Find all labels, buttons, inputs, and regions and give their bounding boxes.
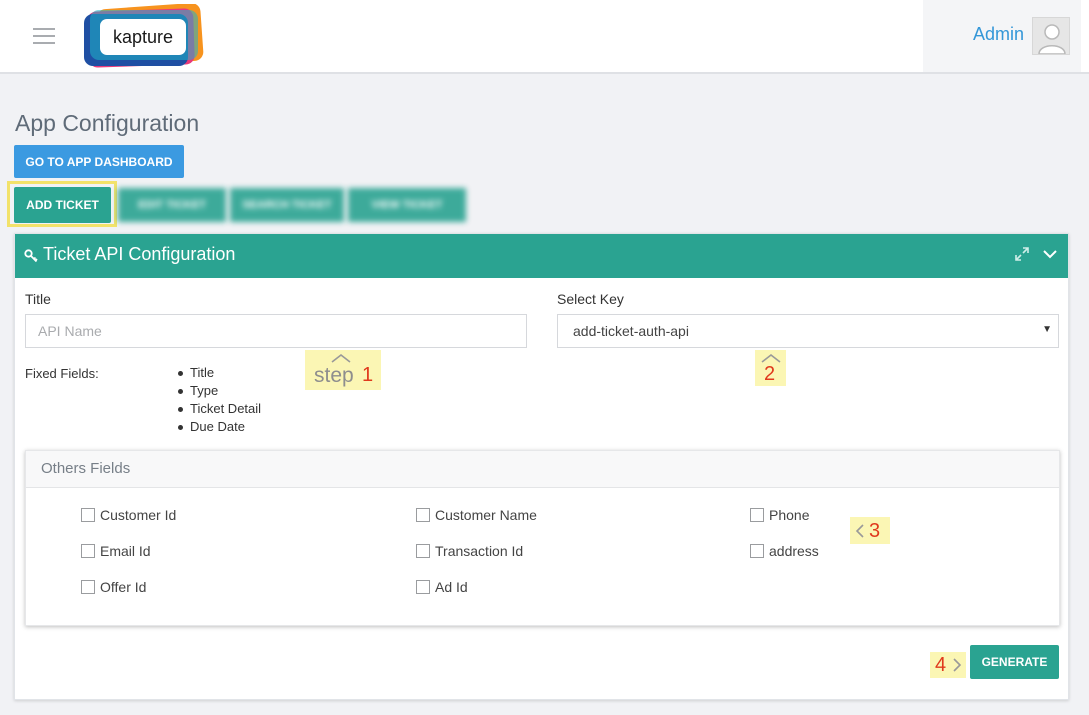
- checkbox-address[interactable]: address: [750, 543, 819, 559]
- avatar[interactable]: [1032, 17, 1070, 55]
- panel-header: Ticket API Configuration: [15, 234, 1068, 278]
- checkbox-label: Customer Id: [100, 507, 177, 523]
- checkbox-box[interactable]: [416, 508, 430, 522]
- user-menu[interactable]: Admin: [923, 0, 1081, 72]
- tab-edit-ticket[interactable]: EDIT TICKET: [118, 188, 226, 222]
- step-2-number: 2: [764, 363, 776, 385]
- page-title: App Configuration: [15, 110, 200, 136]
- panel-title: Ticket API Configuration: [43, 244, 236, 264]
- step-4-callout: 4: [930, 652, 966, 678]
- checkbox-ad-id[interactable]: Ad Id: [416, 579, 468, 595]
- step-1-word: step: [314, 364, 354, 387]
- select-key-dropdown[interactable]: add-ticket-auth-api ▼: [557, 314, 1059, 348]
- others-fields-header: Others Fields: [26, 451, 1059, 488]
- checkbox-box[interactable]: [81, 508, 95, 522]
- checkbox-label: Ad Id: [435, 579, 468, 595]
- fixed-fields-label: Fixed Fields:: [25, 366, 99, 381]
- checkbox-transaction-id[interactable]: Transaction Id: [416, 543, 523, 559]
- list-item: Due Date: [175, 418, 261, 436]
- tab-search-ticket[interactable]: SEARCH TICKET: [230, 188, 344, 222]
- checkbox-label: Email Id: [100, 543, 151, 559]
- checkbox-customer-name[interactable]: Customer Name: [416, 507, 537, 523]
- title-label: Title: [25, 291, 51, 307]
- checkbox-box[interactable]: [750, 508, 764, 522]
- checkbox-offer-id[interactable]: Offer Id: [81, 579, 146, 595]
- go-to-dashboard-button[interactable]: GO TO APP DASHBOARD: [14, 145, 184, 178]
- others-fields-title: Others Fields: [41, 460, 131, 477]
- checkbox-box[interactable]: [416, 544, 430, 558]
- step-2-callout: 2: [755, 350, 786, 386]
- list-item: Type: [175, 382, 261, 400]
- kapture-logo[interactable]: kapture: [84, 4, 204, 68]
- checkbox-box[interactable]: [81, 580, 95, 594]
- list-item: Ticket Detail: [175, 400, 261, 418]
- step-1-number: 1: [362, 364, 374, 386]
- checkbox-box[interactable]: [416, 580, 430, 594]
- ticket-api-config-panel: Ticket API Configuration Title Select Ke…: [14, 233, 1069, 700]
- tab-view-ticket[interactable]: VIEW TICKET: [348, 188, 466, 222]
- key-icon: [24, 249, 38, 263]
- chevron-down-icon[interactable]: [1042, 246, 1058, 262]
- menu-icon[interactable]: [33, 28, 55, 44]
- top-header: kapture Admin: [0, 0, 1089, 74]
- others-fields-section: Others Fields Customer Id Customer Name …: [25, 450, 1060, 626]
- caret-down-icon: ▼: [1042, 324, 1052, 335]
- tab-add-ticket[interactable]: ADD TICKET: [14, 187, 111, 223]
- checkbox-box[interactable]: [750, 544, 764, 558]
- checkbox-label: Transaction Id: [435, 543, 524, 559]
- user-avatar-icon: [1038, 24, 1066, 54]
- select-key-label: Select Key: [557, 291, 624, 307]
- checkbox-customer-id[interactable]: Customer Id: [81, 507, 176, 523]
- checkbox-email-id[interactable]: Email Id: [81, 543, 151, 559]
- generate-button[interactable]: GENERATE: [970, 645, 1059, 679]
- checkbox-label: Phone: [769, 507, 810, 523]
- user-name[interactable]: Admin: [973, 24, 1024, 45]
- api-name-input[interactable]: [25, 314, 527, 348]
- fixed-fields-list: Title Type Ticket Detail Due Date: [175, 364, 261, 436]
- step-3-callout: 3: [850, 517, 890, 544]
- select-key-value: add-ticket-auth-api: [573, 323, 689, 339]
- step-4-number: 4: [935, 654, 947, 676]
- caret-up-icon: [761, 353, 781, 363]
- step-1-callout: step 1: [305, 350, 381, 390]
- caret-up-icon: [331, 353, 351, 363]
- checkbox-label: address: [769, 543, 819, 559]
- step-3-number: 3: [869, 520, 881, 542]
- expand-icon[interactable]: [1014, 246, 1030, 262]
- checkbox-label: Customer Name: [435, 507, 537, 523]
- checkbox-label: Offer Id: [100, 579, 147, 595]
- checkbox-phone[interactable]: Phone: [750, 507, 809, 523]
- logo-text: kapture: [113, 27, 173, 47]
- checkbox-box[interactable]: [81, 544, 95, 558]
- list-item: Title: [175, 364, 261, 382]
- caret-right-icon: [953, 658, 962, 672]
- caret-left-icon: [855, 524, 864, 538]
